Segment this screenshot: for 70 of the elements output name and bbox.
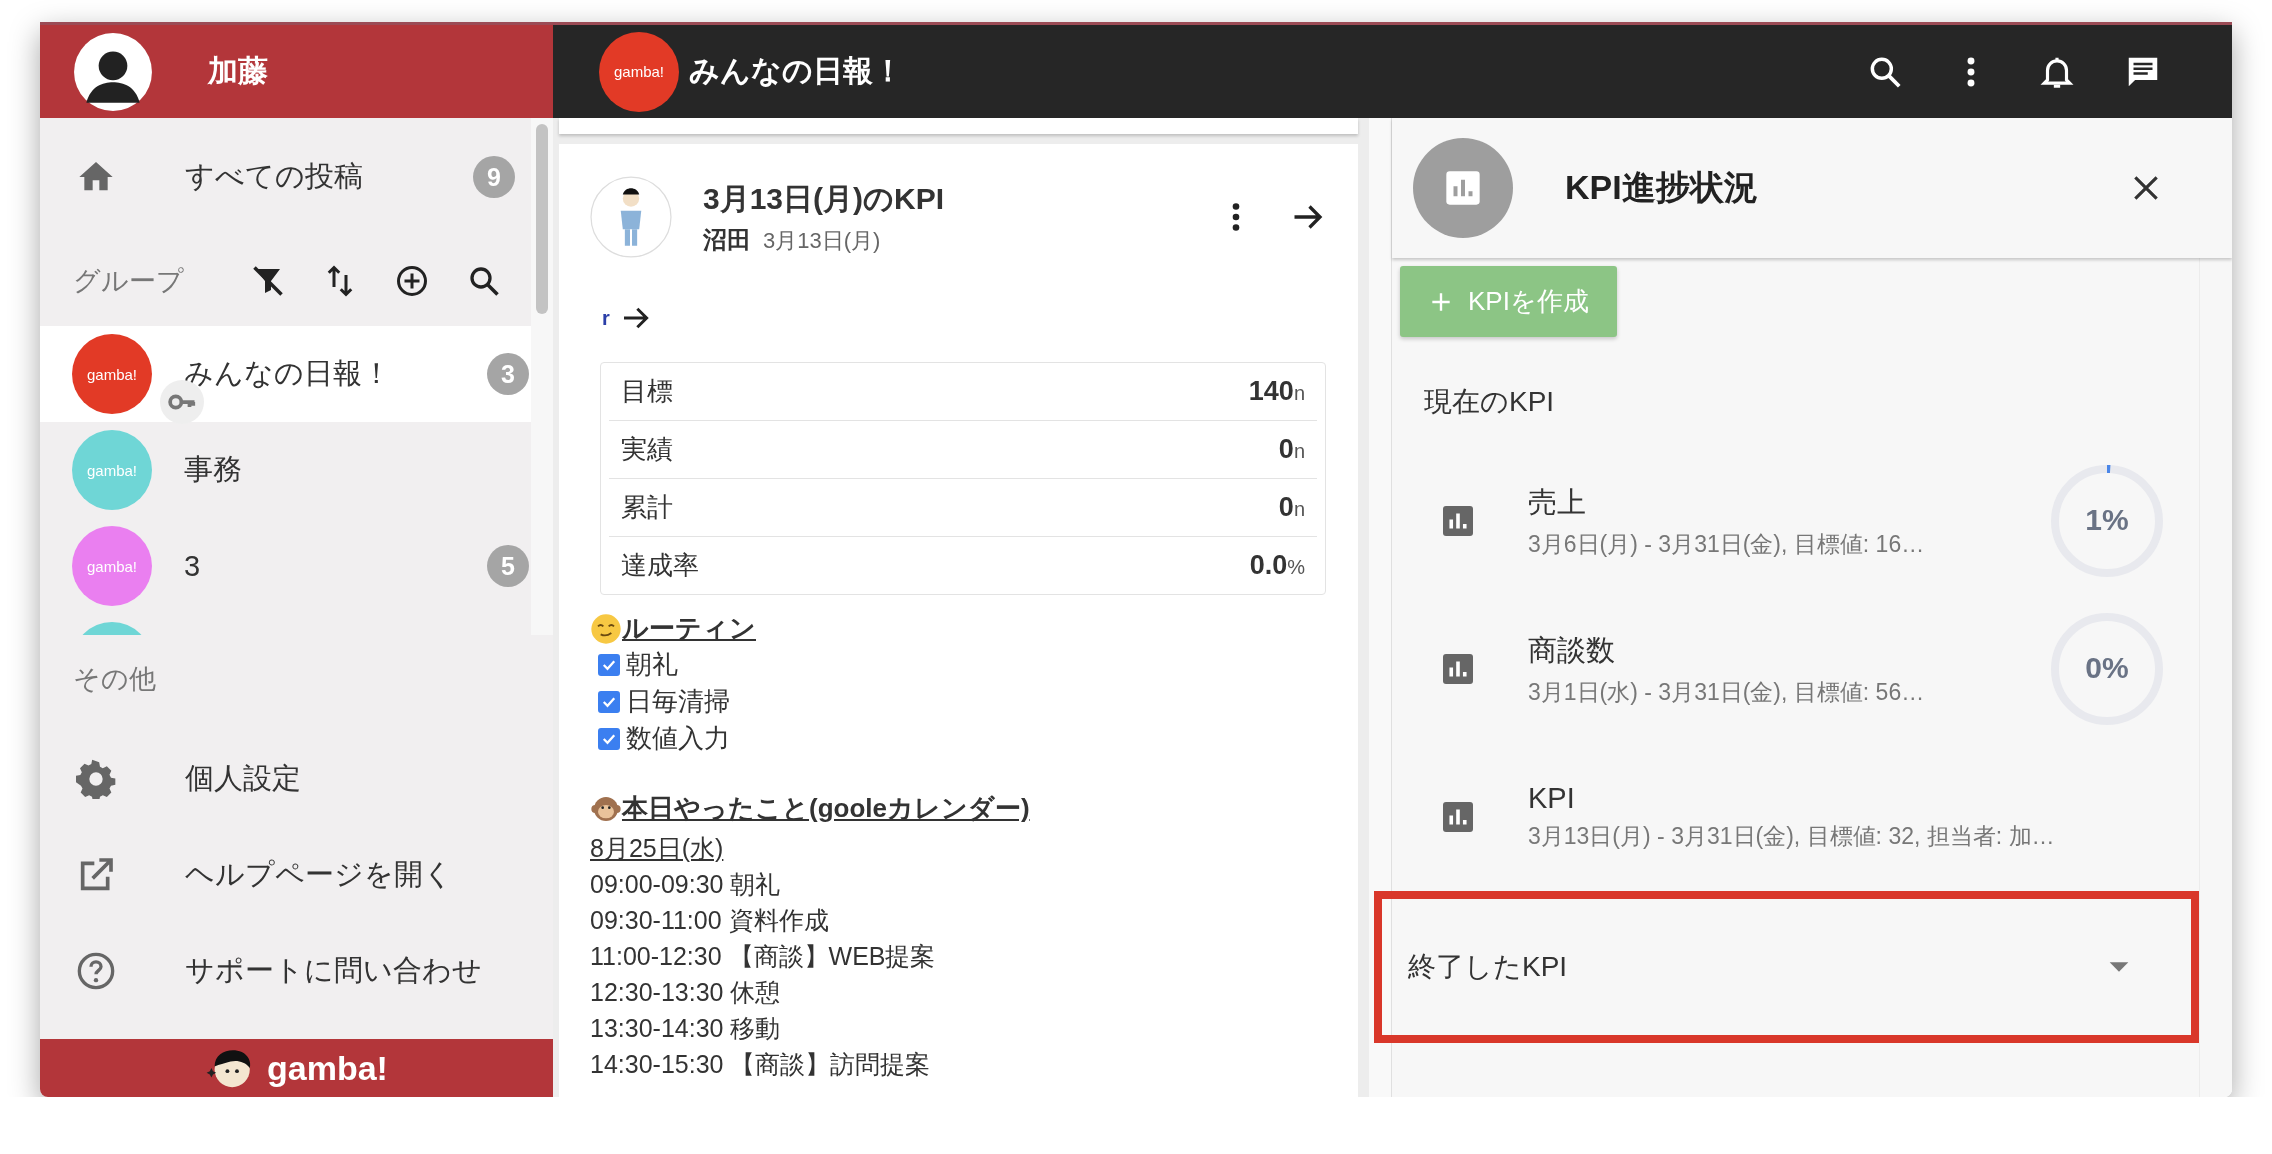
count-badge: 3 — [487, 353, 529, 395]
scrollbar[interactable] — [531, 118, 553, 635]
bar-chart-icon — [1443, 168, 1483, 208]
checkbox[interactable] — [598, 690, 620, 713]
section-heading: ルーティン — [622, 612, 756, 645]
table-cell-text: 実績 — [621, 433, 673, 466]
logo-text: gamba! — [267, 1048, 388, 1088]
count-badge: 9 — [473, 156, 515, 198]
table-cell: 0n — [1278, 492, 1305, 523]
group-avatar: gamba! — [599, 31, 679, 112]
checklist-label: 日毎清掃 — [626, 685, 730, 718]
group-item[interactable]: gamba! 3 5 — [40, 518, 531, 614]
section-label: グループ — [73, 265, 184, 298]
percent-label: 0% — [2084, 651, 2130, 685]
section-heading: 本日やったこと(gooleカレンダー) — [622, 792, 1030, 825]
bar-chart-icon — [1440, 651, 1476, 687]
help-icon — [76, 951, 116, 991]
group-title: みんなの日報！ — [689, 53, 903, 89]
group-avatar: gamba! — [72, 430, 152, 510]
gear-icon — [76, 759, 116, 799]
table-cell-text: 目標 — [621, 375, 673, 408]
bar-chart-icon — [1440, 503, 1476, 539]
user-name: 加藤 — [208, 53, 268, 89]
checkbox[interactable] — [598, 727, 620, 750]
menu-item[interactable]: サポートに問い合わせ — [40, 923, 553, 1019]
checklist-label: 朝礼 — [626, 648, 678, 681]
schedule-entry: 09:30-11:00 資料作成 — [590, 905, 830, 936]
schedule-entry: 09:00-09:30 朝礼 — [590, 869, 782, 900]
kpi-name: KPI — [1528, 782, 1576, 815]
table-cell-text: 累計 — [621, 491, 673, 524]
section-label: 現在のKPI — [1423, 385, 1556, 419]
table-cell-text: 達成率 — [621, 549, 699, 582]
checklist-label: 数値入力 — [626, 722, 730, 755]
count-badge: 5 — [487, 545, 529, 587]
kpi-item[interactable]: 売上 3月6日(月) - 3月31日(金), 目標値: 16… 1% — [1400, 447, 2167, 595]
link-mark[interactable]: r — [602, 306, 610, 330]
kpi-name: 売上 — [1528, 484, 1587, 520]
nav-item[interactable]: すべての投稿 9 — [40, 118, 531, 236]
kpi-item[interactable]: KPI 3月13日(月) - 3月31日(金), 目標値: 32, 担当者: 加… — [1400, 743, 2167, 891]
checkbox[interactable] — [598, 653, 620, 676]
post-date: 3月13日(月) — [763, 226, 881, 255]
group-avatar: gamba! — [72, 334, 152, 414]
user-avatar[interactable] — [72, 30, 154, 113]
kpi-item[interactable]: 商談数 3月1日(水) - 3月31日(金), 目標値: 56… 0% — [1400, 595, 2167, 743]
percent-label: 1% — [2084, 503, 2130, 537]
kpi-detail: 3月6日(月) - 3月31日(金), 目標値: 16… — [1528, 529, 1926, 559]
add-icon[interactable] — [394, 263, 430, 299]
section-label: その他 — [72, 663, 157, 696]
scrollbar-thumb[interactable] — [536, 124, 548, 314]
table-cell: 0.0% — [1249, 550, 1305, 581]
table-cell: 140n — [1248, 376, 1305, 407]
menu-item[interactable]: 個人設定 — [40, 731, 553, 827]
post-title: 3月13日(月)のKPI — [703, 180, 946, 217]
menu-item[interactable]: ヘルプページを開く — [40, 827, 553, 923]
bar-chart-icon — [1440, 799, 1476, 835]
schedule-entry: 13:30-14:30 移動 — [590, 1013, 782, 1044]
schedule-date: 8月25日(水) — [590, 833, 725, 864]
schedule-entry: 11:00-12:30 【商談】WEB提案 — [590, 941, 937, 972]
group-avatar: gamba! — [72, 526, 152, 606]
schedule-entry: 12:30-13:30 休憩 — [590, 977, 782, 1008]
kpi-detail: 3月13日(月) - 3月31日(金), 目標値: 32, 担当者: 加… — [1528, 822, 2056, 851]
smiling-face-icon — [590, 612, 622, 645]
group-item[interactable]: gamba! 事務 — [40, 422, 531, 518]
author-name: 沼田 — [703, 224, 751, 255]
kpi-detail: 3月1日(水) - 3月31日(金), 目標値: 56… — [1528, 677, 1926, 707]
kpi-name: 商談数 — [1528, 632, 1616, 668]
panel-title: KPI進捗状況 — [1565, 167, 1759, 208]
table-cell: 0n — [1278, 434, 1305, 465]
schedule-entry: 14:30-15:30 【商談】訪問提案 — [590, 1049, 932, 1080]
expand-row[interactable]: 終了したKPI — [1382, 899, 2191, 1035]
